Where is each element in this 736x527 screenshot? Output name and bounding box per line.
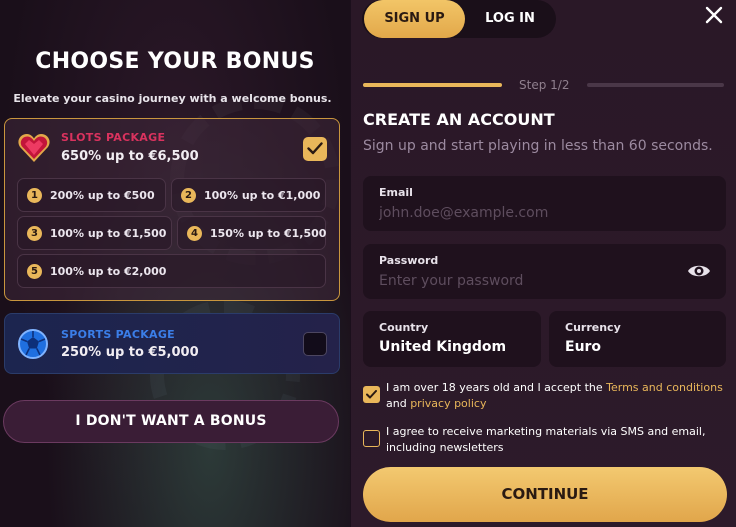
page-subtitle: Sign up and start playing in less than 6… bbox=[363, 138, 713, 154]
tier-amount: 100% up to €1,500 bbox=[50, 227, 167, 240]
step-progress-filled bbox=[363, 83, 502, 87]
signup-panel: SIGN UP LOG IN Step 1/2 CREATE AN ACCOUN… bbox=[351, 0, 736, 527]
sports-package-card[interactable]: SPORTS PACKAGE 250% up to €5,000 bbox=[4, 313, 340, 374]
tier-amount: 150% up to €1,500 bbox=[210, 227, 327, 240]
age-terms-checkbox[interactable] bbox=[363, 386, 380, 403]
tier-amount: 200% up to €500 bbox=[50, 189, 155, 202]
checkmark-icon bbox=[366, 390, 377, 399]
checkmark-icon bbox=[307, 142, 323, 155]
email-field[interactable]: Email bbox=[363, 176, 726, 231]
slots-package-name: SLOTS PACKAGE bbox=[61, 131, 166, 144]
step-indicator: Step 1/2 bbox=[519, 78, 570, 92]
slots-package-amount: 650% up to €6,500 bbox=[61, 149, 199, 164]
email-input[interactable] bbox=[379, 203, 679, 223]
currency-label: Currency bbox=[565, 321, 621, 334]
eye-icon[interactable] bbox=[687, 261, 711, 281]
slots-package-card[interactable]: SLOTS PACKAGE 650% up to €6,500 1 200% u… bbox=[4, 118, 340, 301]
bonus-tier-3: 3 100% up to €1,500 bbox=[17, 216, 172, 250]
sports-package-name: SPORTS PACKAGE bbox=[61, 328, 175, 341]
bonus-tier-2: 2 100% up to €1,000 bbox=[171, 178, 326, 212]
step-progress-empty bbox=[587, 83, 724, 87]
password-label: Password bbox=[379, 254, 439, 267]
slots-package-checkbox[interactable] bbox=[303, 137, 327, 161]
continue-button[interactable]: CONTINUE bbox=[363, 467, 727, 522]
sports-package-checkbox[interactable] bbox=[303, 332, 327, 356]
tab-log-in[interactable]: LOG IN bbox=[466, 0, 554, 38]
email-label: Email bbox=[379, 186, 413, 199]
marketing-checkbox[interactable] bbox=[363, 430, 380, 447]
currency-value: Euro bbox=[565, 339, 602, 355]
password-field[interactable]: Password bbox=[363, 244, 726, 299]
bonus-subtitle: Elevate your casino journey with a welco… bbox=[13, 92, 332, 105]
age-terms-text: I am over 18 years old and I accept the … bbox=[386, 381, 723, 410]
bonus-title: CHOOSE YOUR BONUS bbox=[35, 49, 315, 74]
age-terms-label: I am over 18 years old and I accept the bbox=[386, 381, 607, 394]
currency-select[interactable]: Currency Euro bbox=[549, 311, 726, 367]
tier-number-badge: 4 bbox=[187, 226, 202, 241]
auth-tabs: SIGN UP LOG IN bbox=[362, 0, 556, 38]
tier-number-badge: 2 bbox=[181, 188, 196, 203]
heart-gem-icon bbox=[18, 134, 50, 162]
privacy-link[interactable]: privacy policy bbox=[410, 397, 486, 410]
tier-number-badge: 1 bbox=[27, 188, 42, 203]
tier-number-badge: 3 bbox=[27, 226, 42, 241]
bonus-tier-1: 1 200% up to €500 bbox=[17, 178, 166, 212]
country-label: Country bbox=[379, 321, 429, 334]
terms-link[interactable]: Terms and conditions bbox=[606, 381, 723, 394]
tier-amount: 100% up to €1,000 bbox=[204, 189, 321, 202]
bonus-panel: CHOOSE YOUR BONUS Elevate your casino jo… bbox=[0, 0, 350, 527]
password-input[interactable] bbox=[379, 271, 679, 291]
marketing-consent-text: I agree to receive marketing materials v… bbox=[386, 425, 706, 454]
no-bonus-button[interactable]: I DON'T WANT A BONUS bbox=[3, 400, 339, 443]
tier-number-badge: 5 bbox=[27, 264, 42, 279]
country-value: United Kingdom bbox=[379, 339, 507, 355]
tab-sign-up[interactable]: SIGN UP bbox=[364, 0, 465, 38]
page-title: CREATE AN ACCOUNT bbox=[363, 110, 555, 129]
bonus-tier-4: 4 150% up to €1,500 bbox=[177, 216, 326, 250]
soccer-ball-icon bbox=[18, 329, 48, 359]
bonus-tier-5: 5 100% up to €2,000 bbox=[17, 254, 326, 288]
tier-amount: 100% up to €2,000 bbox=[50, 265, 167, 278]
sports-package-amount: 250% up to €5,000 bbox=[61, 345, 199, 360]
country-select[interactable]: Country United Kingdom bbox=[363, 311, 541, 367]
close-icon[interactable] bbox=[703, 4, 725, 26]
